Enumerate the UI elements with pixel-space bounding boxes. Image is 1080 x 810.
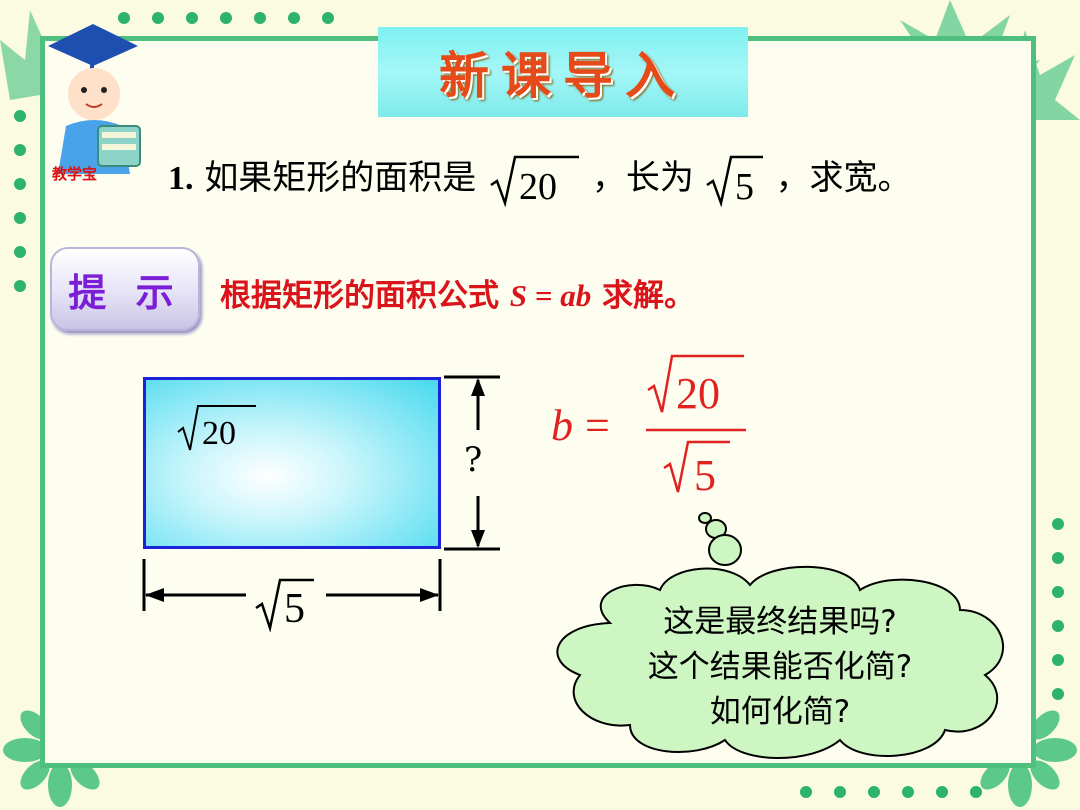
border-dot bbox=[1052, 620, 1064, 632]
hint-label: 提 示 bbox=[68, 270, 182, 315]
equation-equals: = bbox=[585, 401, 610, 450]
thought-line-2: 这个结果能否化简? bbox=[647, 649, 913, 685]
border-dot bbox=[1052, 654, 1064, 666]
length-sqrt: 5 bbox=[255, 578, 314, 632]
thought-line-1: 这是最终结果吗? bbox=[663, 604, 897, 640]
title-banner: 新课导入 bbox=[378, 27, 748, 117]
hint-text-b: 求解。 bbox=[591, 278, 695, 314]
fraction-numerator: 20 bbox=[676, 369, 720, 418]
sqrt-area-radicand: 20 bbox=[519, 166, 557, 207]
border-dot bbox=[1052, 586, 1064, 598]
sqrt-area-symbol: 20 bbox=[490, 155, 580, 207]
border-dot bbox=[970, 786, 982, 798]
border-dot bbox=[14, 144, 26, 156]
question-text-a: 如果矩形的面积是 bbox=[204, 158, 477, 198]
equation-var: b bbox=[551, 401, 573, 450]
question-number: 1. bbox=[168, 160, 194, 197]
thought-line-3: 如何化简? bbox=[709, 694, 851, 730]
border-dot bbox=[254, 12, 266, 24]
sqrt-length-radicand: 5 bbox=[735, 166, 754, 207]
border-dot bbox=[800, 786, 812, 798]
rect-area-sqrt: 20 bbox=[177, 405, 256, 452]
border-dot bbox=[14, 178, 26, 190]
border-dot bbox=[14, 212, 26, 224]
hint-formula: S = ab bbox=[509, 278, 592, 313]
hint-button[interactable]: 提 示 bbox=[50, 247, 200, 331]
border-dot bbox=[868, 786, 880, 798]
thought-text: 这是最终结果吗? 这个结果能否化简? 如何化简? bbox=[560, 600, 1000, 735]
border-dot bbox=[936, 786, 948, 798]
hint-text: 根据矩形的面积公式 S = ab 求解。 bbox=[220, 270, 695, 315]
page-title: 新课导入 bbox=[439, 47, 687, 105]
sqrt-length-symbol: 5 bbox=[706, 155, 763, 207]
logo-caption: 教学宝 bbox=[52, 165, 98, 183]
question-text-b: ，长为 bbox=[591, 158, 694, 198]
length-radicand: 5 bbox=[284, 586, 305, 632]
border-dot bbox=[902, 786, 914, 798]
question-text-c: ，求宽。 bbox=[775, 158, 912, 198]
border-dot bbox=[288, 12, 300, 24]
border-dot bbox=[834, 786, 846, 798]
border-dot bbox=[152, 12, 164, 24]
border-dot bbox=[14, 246, 26, 258]
hint-text-a: 根据矩形的面积公式 bbox=[220, 278, 510, 314]
question-line: 1. 如果矩形的面积是 20 ，长为 5 ，求宽。 bbox=[168, 150, 912, 207]
width-unknown: ? bbox=[464, 440, 483, 480]
border-dot bbox=[220, 12, 232, 24]
border-dot bbox=[1052, 552, 1064, 564]
border-dot bbox=[1052, 518, 1064, 530]
border-dot bbox=[14, 110, 26, 122]
fraction: 20 5 bbox=[646, 354, 746, 500]
border-dot bbox=[1052, 688, 1064, 700]
border-dot bbox=[322, 12, 334, 24]
fraction-denominator: 5 bbox=[694, 451, 716, 500]
border-dot bbox=[14, 280, 26, 292]
rect-area-radicand: 20 bbox=[202, 415, 236, 452]
border-dot bbox=[186, 12, 198, 24]
